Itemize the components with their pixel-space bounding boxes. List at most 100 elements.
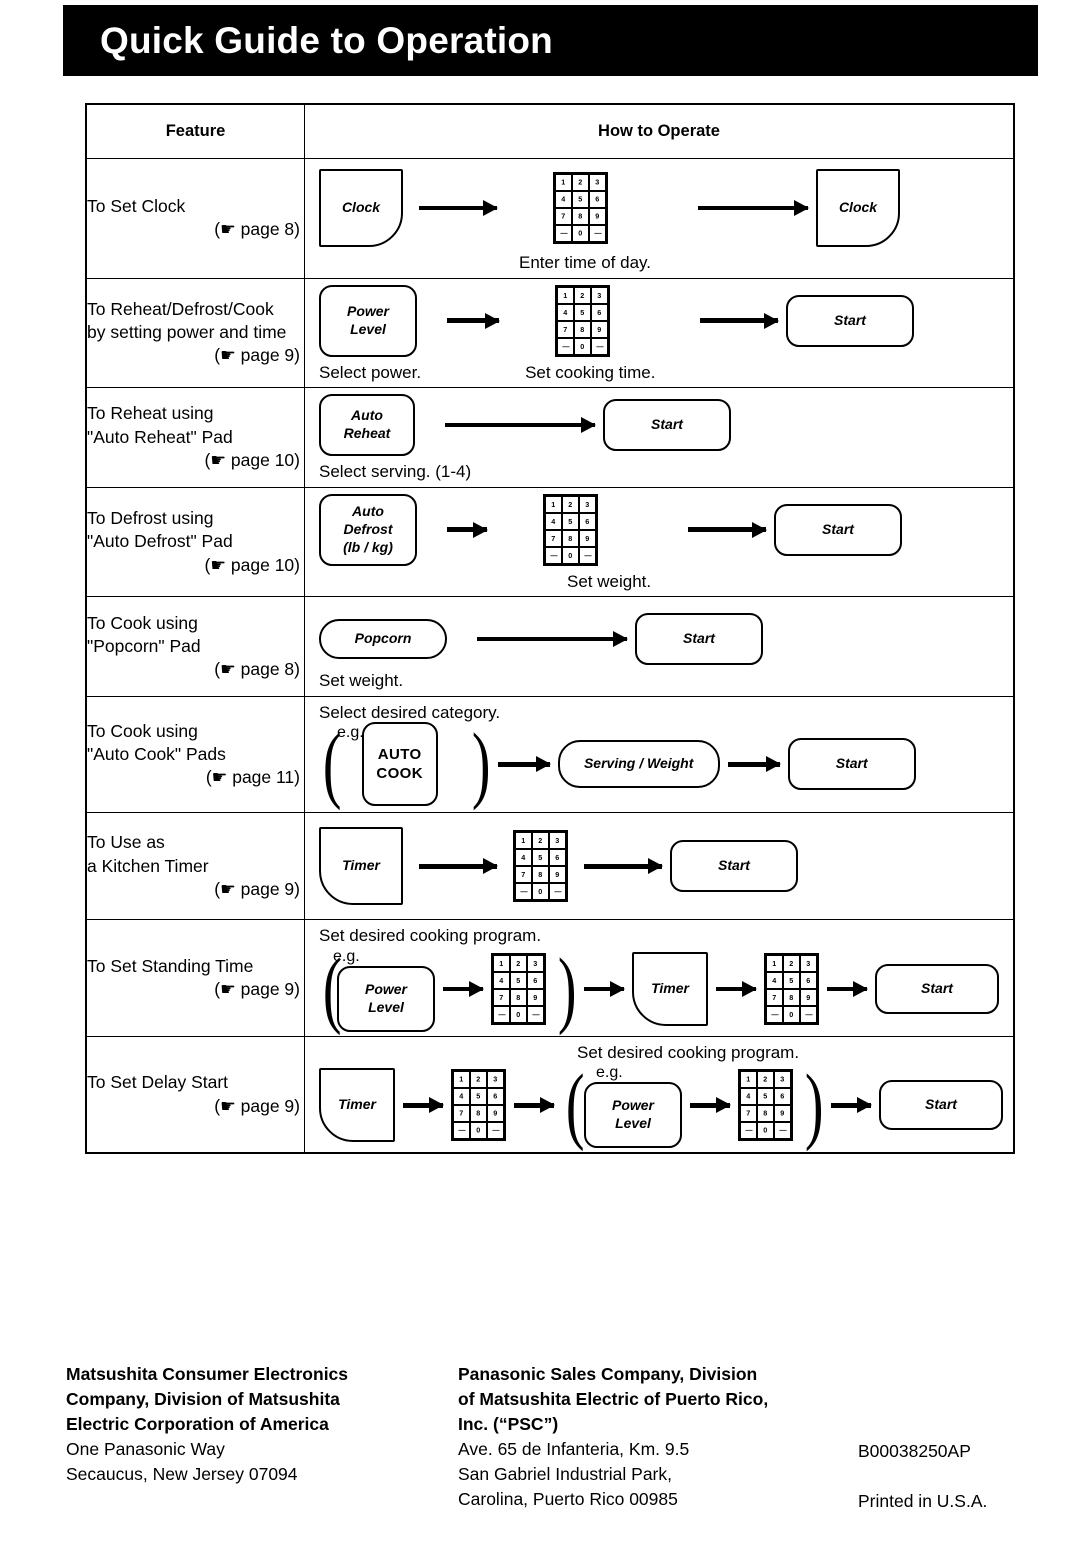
keypad-key[interactable]: 4 — [555, 191, 572, 208]
keypad-key[interactable]: — — [453, 1122, 470, 1140]
keypad-key[interactable]: 3 — [579, 495, 596, 513]
keypad-number-pad[interactable]: 1 2 3 4 5 6 7 8 9 — 0 — — [764, 952, 819, 1025]
pad-serving-weight[interactable]: Serving / Weight — [557, 740, 720, 789]
keypad-key[interactable]: 2 — [510, 954, 527, 972]
pad-timer[interactable]: Timer — [632, 951, 708, 1026]
keypad-key[interactable]: 8 — [757, 1105, 774, 1123]
keypad-key[interactable]: 4 — [453, 1088, 470, 1106]
keypad-key[interactable]: 8 — [574, 320, 591, 338]
keypad-key[interactable]: — — [555, 225, 572, 242]
keypad-key[interactable]: 5 — [574, 303, 591, 321]
keypad-key[interactable]: 0 — [532, 883, 549, 901]
pad-auto-cook[interactable]: AUTO COOK — [361, 722, 438, 807]
pad-power-level[interactable]: Power Level — [337, 965, 435, 1032]
keypad-key[interactable]: 7 — [453, 1105, 470, 1123]
keypad-key[interactable]: — — [493, 1005, 510, 1023]
keypad-key[interactable]: 5 — [783, 971, 800, 989]
keypad-key[interactable]: 5 — [532, 849, 549, 867]
keypad-key[interactable]: 7 — [766, 988, 783, 1006]
keypad-key[interactable]: 4 — [557, 303, 574, 321]
keypad-key[interactable]: 7 — [555, 208, 572, 225]
pad-timer[interactable]: Timer — [319, 827, 403, 906]
keypad-key[interactable]: 6 — [549, 849, 566, 867]
keypad-key[interactable]: — — [800, 1005, 817, 1023]
pad-start[interactable]: Start — [875, 963, 999, 1014]
keypad-key[interactable]: — — [557, 337, 574, 355]
pad-start[interactable]: Start — [603, 399, 731, 452]
pad-start[interactable]: Start — [635, 613, 763, 666]
keypad-key[interactable]: 4 — [493, 971, 510, 989]
keypad-key[interactable]: 3 — [774, 1071, 791, 1089]
keypad-key[interactable]: — — [740, 1122, 757, 1140]
keypad-key[interactable]: 8 — [532, 866, 549, 884]
keypad-number-pad[interactable]: 1 2 3 4 5 6 7 8 9 — 0 — — [738, 1069, 793, 1142]
pad-clock[interactable]: Clock — [319, 169, 403, 247]
keypad-key[interactable]: 0 — [510, 1005, 527, 1023]
pad-auto-defrost[interactable]: Auto Defrost (lb / kg) — [319, 493, 417, 566]
keypad-key[interactable]: 2 — [572, 174, 589, 191]
keypad-key[interactable]: 7 — [515, 866, 532, 884]
pad-start[interactable]: Start — [774, 503, 902, 556]
keypad-key[interactable]: 1 — [555, 174, 572, 191]
keypad-key[interactable]: 2 — [783, 954, 800, 972]
keypad-number-pad[interactable]: 1 2 3 4 5 6 7 8 9 — 0 — — [451, 1069, 506, 1142]
keypad-key[interactable]: 5 — [757, 1088, 774, 1106]
keypad-key[interactable]: — — [549, 883, 566, 901]
keypad-key[interactable]: 8 — [510, 988, 527, 1006]
keypad-key[interactable]: 3 — [591, 286, 608, 304]
keypad-key[interactable]: 6 — [527, 971, 544, 989]
keypad-number-pad[interactable]: 1 2 3 4 5 6 7 8 9 — 0 — — [555, 284, 610, 357]
keypad-key[interactable]: — — [527, 1005, 544, 1023]
keypad-key[interactable]: 8 — [470, 1105, 487, 1123]
keypad-key[interactable]: 5 — [510, 971, 527, 989]
keypad-key[interactable]: 3 — [527, 954, 544, 972]
keypad-key[interactable]: 4 — [515, 849, 532, 867]
keypad-number-pad[interactable]: 1 2 3 4 5 6 7 8 9 — 0 — — [543, 493, 598, 566]
keypad-key[interactable]: 4 — [545, 512, 562, 530]
keypad-key[interactable]: 1 — [453, 1071, 470, 1089]
keypad-key[interactable]: 8 — [783, 988, 800, 1006]
keypad-key[interactable]: 7 — [545, 529, 562, 547]
keypad-key[interactable]: 5 — [470, 1088, 487, 1106]
keypad-key[interactable]: — — [589, 225, 606, 242]
keypad-key[interactable]: 5 — [572, 191, 589, 208]
keypad-key[interactable]: — — [515, 883, 532, 901]
keypad-key[interactable]: 9 — [591, 320, 608, 338]
keypad-key[interactable]: 6 — [589, 191, 606, 208]
keypad-key[interactable]: 2 — [562, 495, 579, 513]
pad-popcorn[interactable]: Popcorn — [319, 619, 447, 660]
keypad-key[interactable]: 4 — [766, 971, 783, 989]
keypad-key[interactable]: 0 — [574, 337, 591, 355]
keypad-key[interactable]: 8 — [562, 529, 579, 547]
keypad-key[interactable]: 2 — [574, 286, 591, 304]
keypad-key[interactable]: 1 — [740, 1071, 757, 1089]
keypad-key[interactable]: 1 — [493, 954, 510, 972]
pad-power-level[interactable]: Power Level — [319, 284, 417, 357]
pad-start[interactable]: Start — [786, 294, 914, 347]
keypad-key[interactable]: 0 — [783, 1005, 800, 1023]
keypad-key[interactable]: 5 — [562, 512, 579, 530]
keypad-key[interactable]: 6 — [487, 1088, 504, 1106]
keypad-key[interactable]: 9 — [800, 988, 817, 1006]
keypad-key[interactable]: 2 — [470, 1071, 487, 1089]
keypad-key[interactable]: — — [487, 1122, 504, 1140]
keypad-key[interactable]: 1 — [557, 286, 574, 304]
keypad-key[interactable]: 3 — [487, 1071, 504, 1089]
keypad-key[interactable]: 6 — [579, 512, 596, 530]
keypad-key[interactable]: 7 — [557, 320, 574, 338]
keypad-number-pad[interactable]: 1 2 3 4 5 6 7 8 9 — 0 — — [553, 172, 608, 244]
keypad-key[interactable]: 6 — [591, 303, 608, 321]
keypad-key[interactable]: 1 — [766, 954, 783, 972]
pad-timer[interactable]: Timer — [319, 1068, 395, 1143]
keypad-key[interactable]: 0 — [470, 1122, 487, 1140]
keypad-key[interactable]: 3 — [589, 174, 606, 191]
keypad-key[interactable]: 1 — [545, 495, 562, 513]
keypad-key[interactable]: 4 — [740, 1088, 757, 1106]
keypad-key[interactable]: — — [591, 337, 608, 355]
keypad-key[interactable]: 7 — [740, 1105, 757, 1123]
keypad-key[interactable]: 9 — [527, 988, 544, 1006]
keypad-key[interactable]: 0 — [562, 546, 579, 564]
keypad-key[interactable]: 9 — [579, 529, 596, 547]
keypad-key[interactable]: — — [579, 546, 596, 564]
keypad-key[interactable]: 3 — [549, 832, 566, 850]
